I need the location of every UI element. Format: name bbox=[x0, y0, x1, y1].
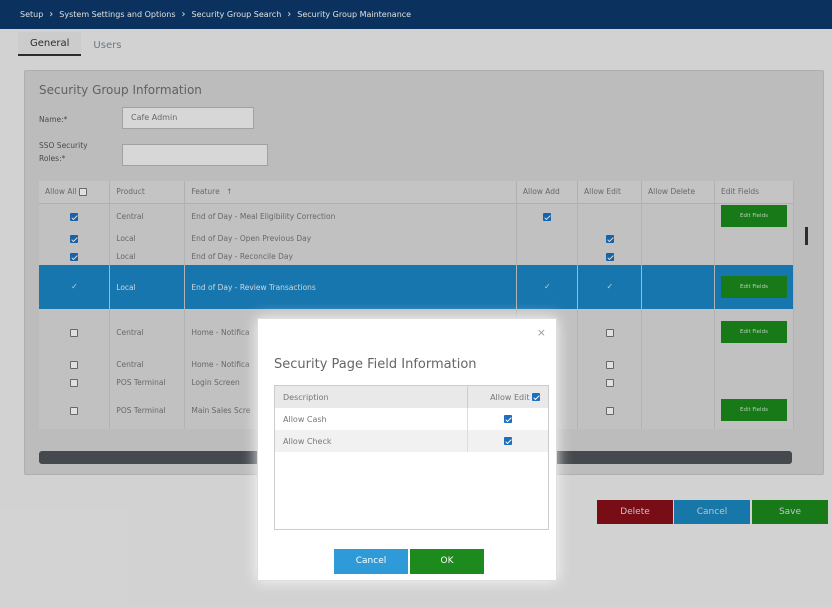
close-icon[interactable]: × bbox=[537, 326, 546, 339]
dialog-cancel-button[interactable]: Cancel bbox=[334, 549, 408, 574]
row-description: Allow Cash bbox=[275, 408, 468, 430]
dialog-title: Security Page Field Information bbox=[274, 357, 477, 372]
dialog-ok-button[interactable]: OK bbox=[410, 549, 484, 574]
header-allow-edit: Allow Edit bbox=[467, 386, 548, 408]
row-allow-edit-checkbox[interactable] bbox=[503, 415, 512, 423]
row-allow-edit-checkbox[interactable] bbox=[503, 437, 512, 445]
security-page-field-dialog: × Security Page Field Information Descri… bbox=[257, 318, 557, 581]
allow-edit-all-checkbox[interactable] bbox=[532, 393, 540, 401]
header-description[interactable]: Description bbox=[275, 386, 468, 408]
table-row[interactable]: Allow Check bbox=[275, 430, 548, 452]
row-description: Allow Check bbox=[275, 430, 468, 452]
table-row[interactable]: Allow Cash bbox=[275, 408, 548, 430]
field-permissions-grid: Description Allow Edit Allow Cash Allow … bbox=[274, 385, 549, 530]
allow-edit-label: Allow Edit bbox=[490, 392, 530, 402]
